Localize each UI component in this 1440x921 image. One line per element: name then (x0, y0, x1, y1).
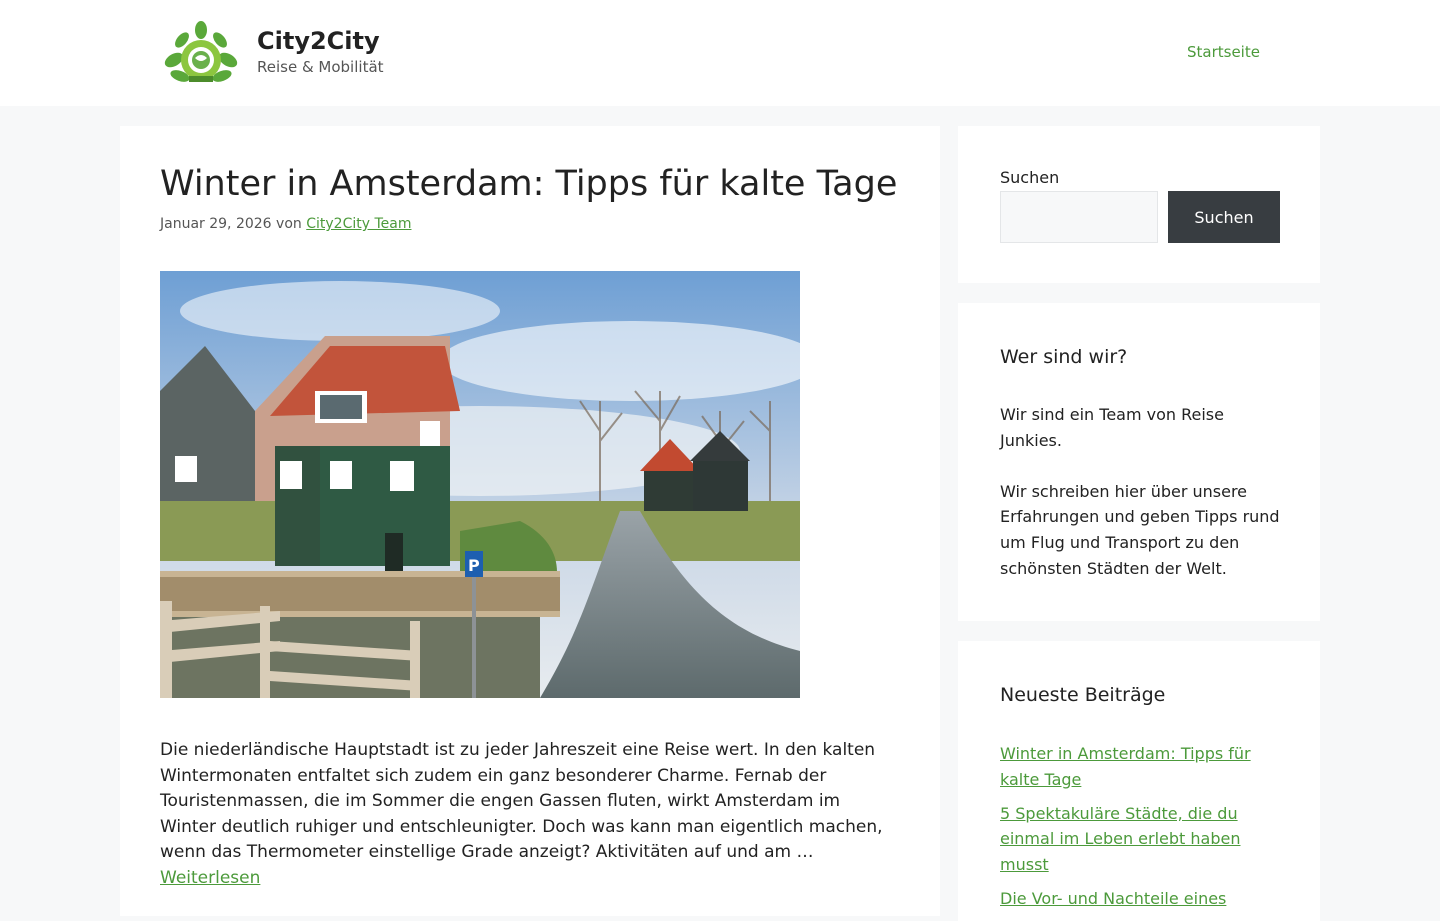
list-item: 5 Spektakuläre Städte, die du einmal im … (1000, 801, 1285, 878)
about-paragraph: Wir schreiben hier über unsere Erfahrung… (1000, 481, 1280, 578)
article-excerpt-text: Die niederländische Hauptstadt ist zu je… (160, 740, 883, 863)
recent-post-link[interactable]: Die Vor- und Nachteile eines (1000, 889, 1226, 908)
article-author-link[interactable]: City2City Team (306, 216, 411, 232)
about-text: Wir sind ein Team von Reise Junkies. Wir… (1000, 402, 1290, 581)
recent-post-link[interactable]: 5 Spektakuläre Städte, die du einmal im … (1000, 804, 1240, 874)
list-item: Die Vor- und Nachteile eines (1000, 886, 1285, 912)
recent-post-link[interactable]: Winter in Amsterdam: Tipps für kalte Tag… (1000, 744, 1251, 789)
site-tagline: Reise & Mobilität (257, 58, 384, 76)
recent-posts-list: Winter in Amsterdam: Tipps für kalte Tag… (1000, 741, 1285, 920)
recent-posts-widget: Neueste Beiträge Winter in Amsterdam: Ti… (958, 641, 1320, 921)
article-excerpt: Die niederländische Hauptstadt ist zu je… (160, 738, 900, 892)
site-title[interactable]: City2City (257, 27, 380, 55)
search-widget: Suchen Suchen (958, 126, 1320, 283)
article-meta: Januar 29, 2026 von City2City Team (160, 216, 411, 232)
site-header: City2City Reise & Mobilität Startseite (0, 0, 1440, 106)
about-title: Wer sind wir? (1000, 346, 1128, 368)
canal-houses-photo[interactable]: P (160, 271, 800, 698)
nav-item-startseite[interactable]: Startseite (1187, 43, 1260, 61)
search-button[interactable]: Suchen (1168, 191, 1280, 243)
article-card: Winter in Amsterdam: Tipps für kalte Tag… (120, 126, 940, 916)
globe-leaves-logo-icon[interactable] (160, 18, 242, 88)
recent-posts-title: Neueste Beiträge (1000, 684, 1166, 706)
about-widget: Wer sind wir? Wir sind ein Team von Reis… (958, 303, 1320, 621)
list-item: Winter in Amsterdam: Tipps für kalte Tag… (1000, 741, 1285, 792)
article-by: von (276, 216, 302, 232)
article-date: Januar 29, 2026 (160, 216, 272, 232)
article-title[interactable]: Winter in Amsterdam: Tipps für kalte Tag… (160, 164, 897, 204)
search-input[interactable] (1000, 191, 1158, 243)
svg-text:P: P (468, 556, 480, 575)
search-label: Suchen (1000, 168, 1060, 187)
about-paragraph: Wir sind ein Team von Reise Junkies. (1000, 405, 1224, 450)
read-more-link[interactable]: Weiterlesen (160, 866, 260, 892)
